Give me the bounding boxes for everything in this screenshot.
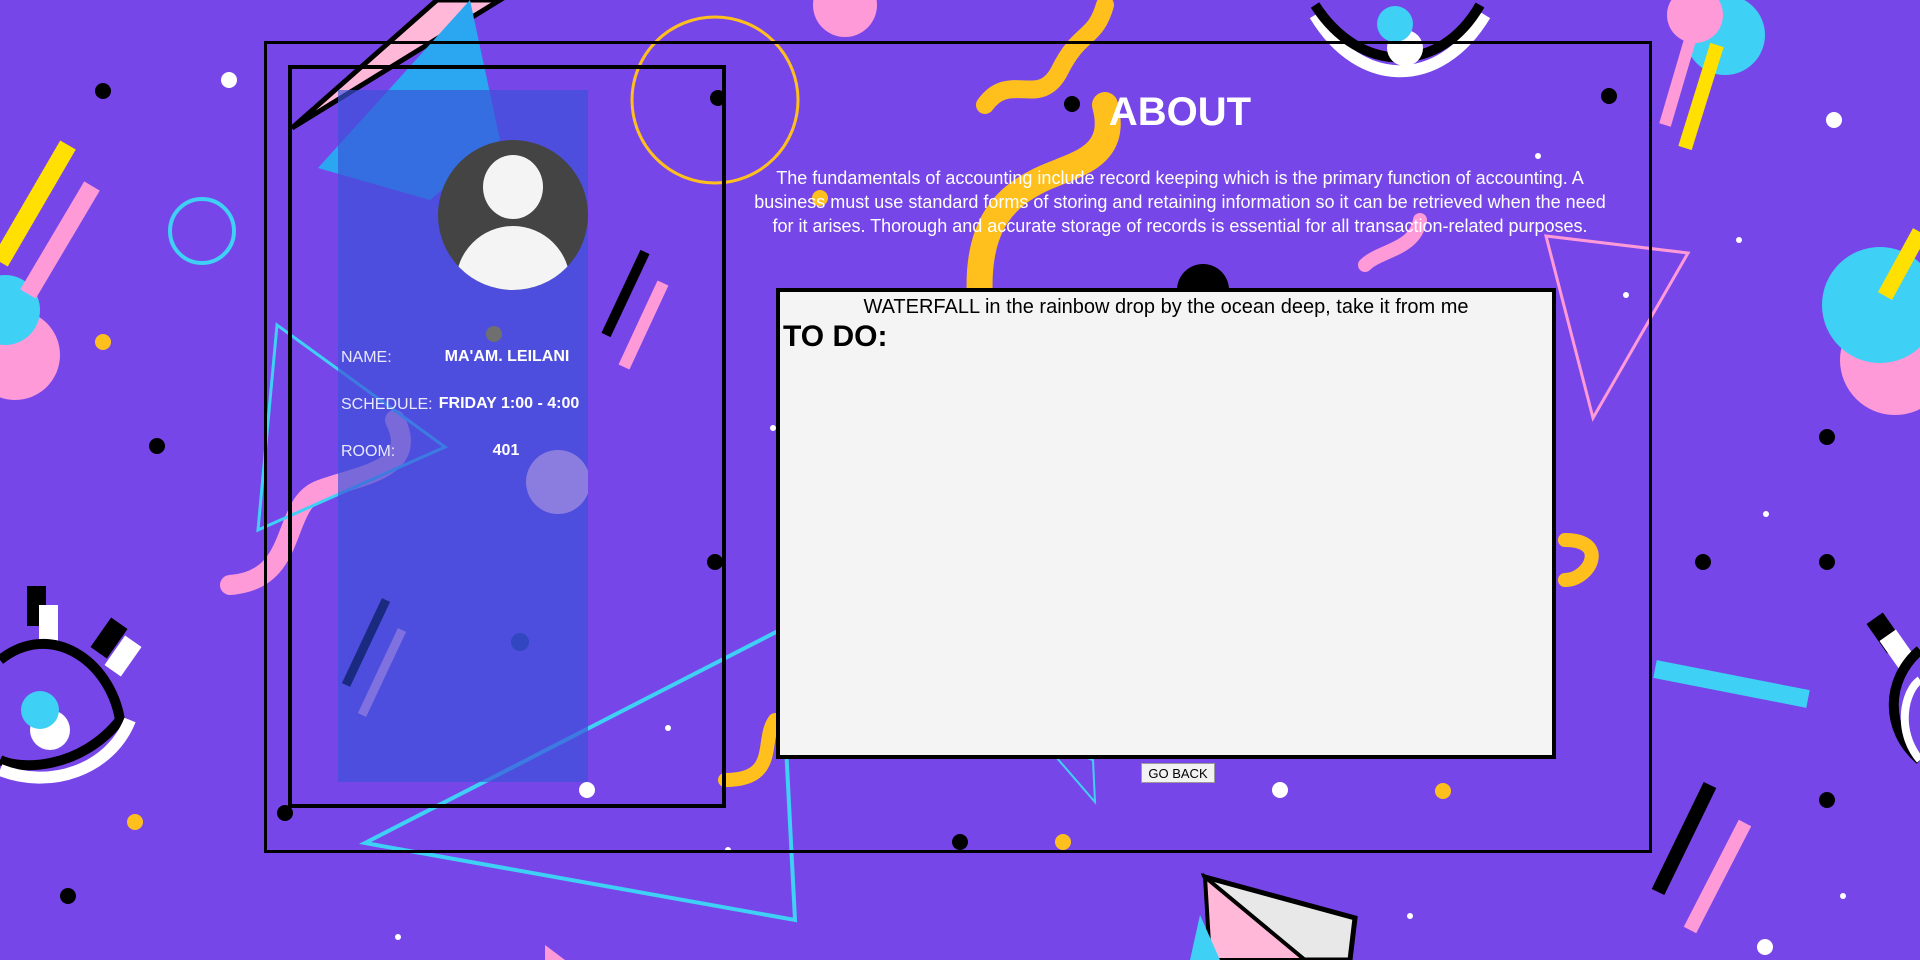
name-label: NAME: [341,349,392,366]
todo-panel: WATERFALL in the rainbow drop by the oce… [776,288,1556,759]
schedule-value: FRIDAY 1:00 - 4:00 [438,395,580,412]
avatar-head [483,155,543,219]
about-description: The fundamentals of accounting include r… [754,168,1606,236]
avatar-body [456,226,570,290]
go-back-button[interactable]: GO BACK [1141,763,1215,783]
todo-subtitle: WATERFALL in the rainbow drop by the oce… [863,296,1469,318]
todo-heading: TO DO: [783,320,888,353]
schedule-label: SCHEDULE: [341,396,433,413]
user-avatar-icon [438,140,588,290]
room-label: ROOM: [341,443,396,460]
about-title: ABOUT [1108,90,1252,134]
room-value: 401 [492,442,520,459]
name-value: MA'AM. LEILANI [444,348,570,365]
